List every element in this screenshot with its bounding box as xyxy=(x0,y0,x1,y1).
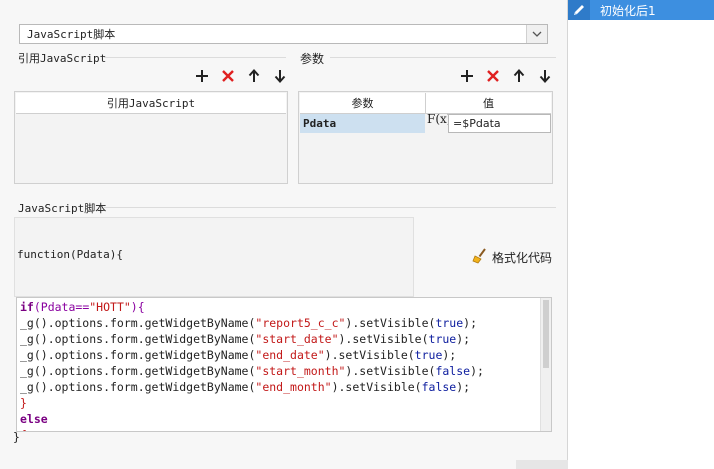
add-icon[interactable] xyxy=(458,67,476,85)
code-content: if(Pdata=="HOTT"){ _g().options.form.get… xyxy=(20,299,484,431)
script-type-select[interactable]: JavaScript脚本 xyxy=(19,24,548,44)
script-divider xyxy=(104,207,556,208)
script-editor-panel: JavaScript脚本 引用JavaScript 引用JavaScript 参… xyxy=(0,0,568,469)
edit-icon[interactable] xyxy=(568,0,590,20)
code-keyword-if: if xyxy=(20,300,34,314)
script-type-value: JavaScript脚本 xyxy=(27,28,116,41)
format-code-label: 格式化代码 xyxy=(492,251,553,265)
move-down-icon[interactable] xyxy=(536,67,554,85)
params-col-value: 值 xyxy=(426,93,551,114)
code-editor[interactable]: if(Pdata=="HOTT"){ _g().options.form.get… xyxy=(16,297,552,432)
code-scrollbar-thumb[interactable] xyxy=(543,300,549,368)
ref-js-divider xyxy=(104,57,286,58)
ref-js-column-header: 引用JavaScript xyxy=(16,93,286,114)
code-string: "HOTT" xyxy=(89,300,131,314)
code-line: _g().options.form.getWidgetByName("start… xyxy=(20,364,484,378)
code-keyword-else: else xyxy=(20,412,48,426)
bottom-strip xyxy=(516,460,568,469)
sidebar-item-label: 初始化后1 xyxy=(600,3,656,18)
param-row-name[interactable]: Pdata xyxy=(300,114,425,133)
code-open-brace: { xyxy=(20,428,27,431)
delete-icon[interactable] xyxy=(484,67,502,85)
params-table: 参数 值 Pdata F(x) =$Pdata xyxy=(298,91,553,184)
move-down-icon[interactable] xyxy=(271,67,289,85)
code-open-paren: ){ xyxy=(130,300,145,314)
script-section-title: JavaScript脚本 xyxy=(18,202,107,215)
format-code-button[interactable]: 格式化代码 xyxy=(472,248,552,267)
move-up-icon[interactable] xyxy=(510,67,528,85)
function-header: function(Pdata){ xyxy=(17,248,123,261)
params-divider xyxy=(330,57,556,58)
ref-js-section-title: 引用JavaScript xyxy=(18,52,107,65)
event-sidebar: 初始化后1 xyxy=(568,0,714,469)
code-line: _g().options.form.getWidgetByName("start… xyxy=(20,332,471,346)
function-closing-brace: } xyxy=(13,430,20,444)
code-close-brace: } xyxy=(20,396,27,410)
code-line: _g().options.form.getWidgetByName("end_d… xyxy=(20,348,457,362)
move-up-icon[interactable] xyxy=(245,67,263,85)
params-col-name: 参数 xyxy=(300,93,426,114)
code-condition: (Pdata== xyxy=(33,300,90,314)
ref-js-toolbar xyxy=(193,67,289,85)
sidebar-item-after-init[interactable]: 初始化后1 xyxy=(568,0,714,20)
ref-js-table: 引用JavaScript xyxy=(14,91,288,184)
code-line: _g().options.form.getWidgetByName("end_m… xyxy=(20,380,471,394)
param-value-field[interactable]: =$Pdata xyxy=(448,114,551,133)
delete-icon[interactable] xyxy=(219,67,237,85)
broom-icon xyxy=(472,248,488,267)
code-scrollbar[interactable] xyxy=(540,298,551,431)
chevron-down-icon[interactable] xyxy=(526,25,547,43)
params-section-title: 参数 xyxy=(300,52,325,66)
code-line: _g().options.form.getWidgetByName("repor… xyxy=(20,316,477,330)
add-icon[interactable] xyxy=(193,67,211,85)
params-toolbar xyxy=(458,67,554,85)
